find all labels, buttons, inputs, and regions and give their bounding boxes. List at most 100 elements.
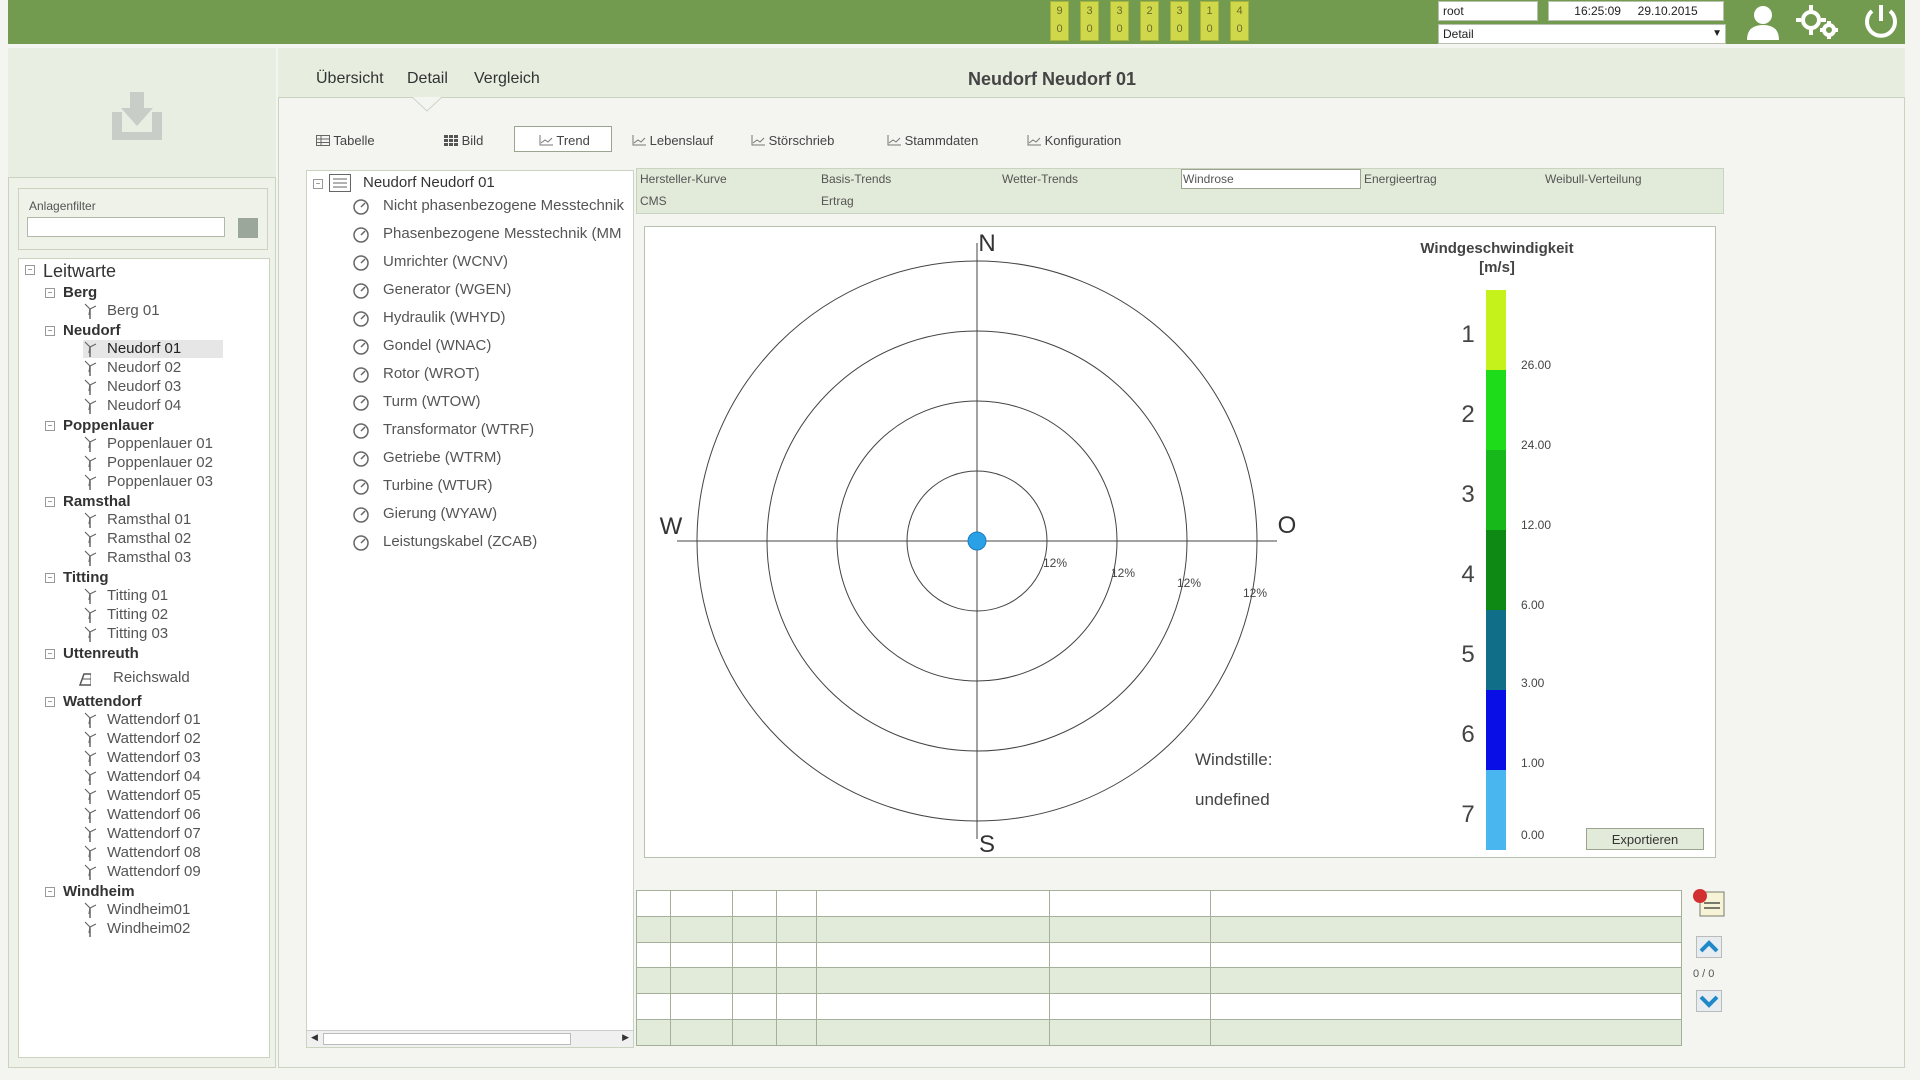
table-cell[interactable]: [636, 941, 671, 969]
tree-item[interactable]: Berg 01: [107, 302, 160, 319]
scrollbar-thumb[interactable]: [323, 1033, 571, 1045]
view-select[interactable]: Detail ▼: [1438, 24, 1726, 44]
tree-group-label[interactable]: Windheim: [63, 883, 135, 900]
table-cell[interactable]: [1049, 915, 1211, 943]
tree-group-label[interactable]: Wattendorf: [63, 693, 142, 710]
table-cell[interactable]: [1049, 967, 1211, 995]
collapse-toggle-icon[interactable]: −: [45, 326, 55, 336]
table-cell[interactable]: [670, 1019, 733, 1046]
filter-button[interactable]: [238, 218, 258, 238]
tree-item[interactable]: Wattendorf 08: [107, 844, 201, 861]
component-item[interactable]: Getriebe (WTRM): [383, 449, 501, 466]
table-cell[interactable]: [732, 941, 777, 969]
table-cell[interactable]: [732, 890, 777, 917]
table-cell[interactable]: [636, 915, 671, 943]
tree-item[interactable]: Ramsthal 03: [107, 549, 191, 566]
alarm-counter[interactable]: 40: [1230, 1, 1249, 41]
chart-tab[interactable]: CMS: [640, 194, 667, 208]
table-cell[interactable]: [636, 993, 671, 1021]
collapse-toggle-icon[interactable]: −: [45, 573, 55, 583]
subtab-lebenslauf[interactable]: Lebenslauf: [632, 133, 713, 148]
table-cell[interactable]: [1210, 967, 1682, 995]
component-item[interactable]: Hydraulik (WHYD): [383, 309, 506, 326]
table-cell[interactable]: [816, 1019, 1050, 1046]
collapse-toggle-icon[interactable]: −: [45, 697, 55, 707]
tree-item[interactable]: Poppenlauer 03: [107, 473, 213, 490]
component-item[interactable]: Nicht phasenbezogene Messtechnik: [383, 197, 624, 214]
table-cell[interactable]: [670, 890, 733, 917]
table-cell[interactable]: [670, 915, 733, 943]
table-cell[interactable]: [776, 993, 817, 1021]
alarm-counter[interactable]: 90: [1050, 1, 1069, 41]
chart-tab[interactable]: Hersteller-Kurve: [640, 172, 727, 186]
scroll-left-icon[interactable]: ◀: [311, 1032, 318, 1043]
table-cell[interactable]: [1210, 993, 1682, 1021]
tree-item[interactable]: Neudorf 04: [107, 397, 181, 414]
tree-item[interactable]: Wattendorf 09: [107, 863, 201, 880]
component-root-label[interactable]: Neudorf Neudorf 01: [363, 174, 495, 191]
table-cell[interactable]: [670, 993, 733, 1021]
tree-item[interactable]: Neudorf 01: [107, 340, 181, 357]
tree-group-label[interactable]: Titting: [63, 569, 109, 586]
chart-tab[interactable]: Weibull-Verteilung: [1545, 172, 1642, 186]
table-cell[interactable]: [636, 967, 671, 995]
user-icon[interactable]: [1743, 2, 1783, 42]
alarm-counter[interactable]: 30: [1080, 1, 1099, 41]
tree-item[interactable]: Ramsthal 02: [107, 530, 191, 547]
table-cell[interactable]: [816, 967, 1050, 995]
tree-item[interactable]: Titting 01: [107, 587, 168, 604]
scroll-right-icon[interactable]: ▶: [622, 1032, 629, 1043]
settings-gear-icon[interactable]: [1795, 2, 1841, 42]
alarm-counter[interactable]: 10: [1200, 1, 1219, 41]
table-cell[interactable]: [636, 890, 671, 917]
table-cell[interactable]: [776, 941, 817, 969]
chart-tab[interactable]: Wetter-Trends: [1002, 172, 1078, 186]
table-cell[interactable]: [776, 1019, 817, 1046]
tree-root-label[interactable]: Leitwarte: [43, 261, 116, 282]
tree-item[interactable]: Neudorf 02: [107, 359, 181, 376]
horizontal-scrollbar[interactable]: ◀ ▶: [307, 1030, 633, 1047]
export-button[interactable]: Exportieren: [1586, 828, 1704, 850]
table-cell[interactable]: [1049, 941, 1211, 969]
tree-group-label[interactable]: Berg: [63, 284, 97, 301]
tab-vergleich[interactable]: Vergleich: [474, 70, 540, 88]
table-cell[interactable]: [670, 967, 733, 995]
page-up-icon[interactable]: [1696, 936, 1722, 958]
tree-item[interactable]: Wattendorf 06: [107, 806, 201, 823]
component-item[interactable]: Turbine (WTUR): [383, 477, 492, 494]
table-cell[interactable]: [1049, 890, 1211, 917]
table-cell[interactable]: [1210, 915, 1682, 943]
tree-item[interactable]: Neudorf 03: [107, 378, 181, 395]
tree-group-label[interactable]: Ramsthal: [63, 493, 131, 510]
tree-item[interactable]: Wattendorf 05: [107, 787, 201, 804]
collapse-toggle-icon[interactable]: −: [45, 887, 55, 897]
alarm-counter[interactable]: 30: [1110, 1, 1129, 41]
component-item[interactable]: Generator (WGEN): [383, 281, 511, 298]
tree-item[interactable]: Wattendorf 04: [107, 768, 201, 785]
table-row[interactable]: [636, 993, 1682, 1021]
alarm-counter[interactable]: 20: [1140, 1, 1159, 41]
tree-group-label[interactable]: Uttenreuth: [63, 645, 139, 662]
component-item[interactable]: Phasenbezogene Messtechnik (MM: [383, 225, 621, 242]
power-icon[interactable]: [1860, 2, 1902, 42]
tree-item[interactable]: Titting 03: [107, 625, 168, 642]
component-item[interactable]: Rotor (WROT): [383, 365, 480, 382]
subtab-stammdaten[interactable]: Stammdaten: [887, 133, 978, 148]
table-row[interactable]: [636, 890, 1682, 917]
tab-detail[interactable]: Detail: [407, 70, 448, 88]
tree-item[interactable]: Windheim01: [107, 901, 190, 918]
table-cell[interactable]: [1210, 1019, 1682, 1046]
component-item[interactable]: Transformator (WTRF): [383, 421, 534, 438]
tree-item[interactable]: Titting 02: [107, 606, 168, 623]
filter-input[interactable]: [27, 217, 225, 237]
tree-item[interactable]: Poppenlauer 01: [107, 435, 213, 452]
subtab-tabelle[interactable]: Tabelle: [316, 133, 375, 148]
table-cell[interactable]: [670, 941, 733, 969]
page-down-icon[interactable]: [1696, 990, 1722, 1012]
collapse-toggle-icon[interactable]: −: [45, 288, 55, 298]
table-cell[interactable]: [732, 915, 777, 943]
table-cell[interactable]: [732, 967, 777, 995]
table-cell[interactable]: [776, 967, 817, 995]
subtab-konfiguration[interactable]: Konfiguration: [1027, 133, 1121, 148]
table-row[interactable]: [636, 1019, 1682, 1046]
